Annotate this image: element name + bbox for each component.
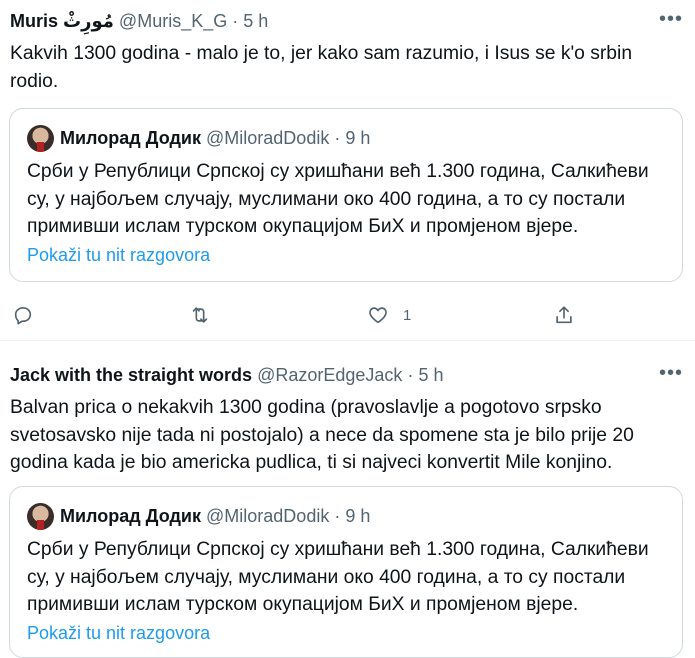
quote-text: Срби у Републици Српској су хришћани већ… (27, 161, 649, 237)
quote-tweet[interactable]: Милорад Додик @MiloradDodik · 9 h Срби у… (9, 108, 683, 282)
author-handle[interactable]: @RazorEdgeJack (257, 365, 402, 385)
author-name[interactable]: Jack with the straight words (10, 365, 252, 385)
tweet[interactable]: Muris مُورِثْ @Muris_K_G · 5 h ••• Kakvi… (0, 0, 695, 340)
show-thread-link[interactable]: Pokaži tu nit razgovora (27, 244, 210, 266)
avatar[interactable] (27, 503, 54, 530)
heart-icon (369, 307, 387, 324)
reply-button[interactable] (12, 302, 34, 328)
retweet-button[interactable] (189, 302, 211, 328)
separator-dot: · (334, 128, 341, 148)
author-handle[interactable]: @Muris_K_G (119, 11, 227, 31)
tweet-header: Jack with the straight words @RazorEdgeJ… (10, 364, 443, 386)
show-thread-link[interactable]: Pokaži tu nit razgovora (27, 622, 210, 644)
quote-timestamp: 9 h (345, 506, 371, 526)
divider (0, 340, 695, 341)
quote-timestamp: 9 h (345, 128, 371, 148)
tweet-text: Balvan prica o nekakvih 1300 godina (pra… (10, 397, 634, 473)
tweet-header: Muris مُورِثْ @Muris_K_G · 5 h (10, 10, 268, 32)
quote-author-name: Милорад Додик (60, 128, 201, 148)
timestamp[interactable]: 5 h (243, 11, 268, 31)
share-button[interactable] (553, 302, 575, 328)
like-count: 1 (403, 306, 412, 324)
quote-author-handle: @MiloradDodik (206, 128, 330, 148)
separator-dot: · (334, 506, 341, 526)
tweet-text: Kakvih 1300 godina - malo je to, jer kak… (10, 43, 633, 92)
quote-header: Милорад Додик @MiloradDodik · 9 h (60, 505, 370, 527)
retweet-icon (192, 307, 208, 323)
action-bar: 1 (0, 302, 695, 328)
more-options-icon[interactable]: ••• (659, 8, 683, 30)
more-options-icon[interactable]: ••• (659, 362, 683, 384)
share-icon (556, 306, 572, 324)
quote-author-name: Милорад Додик (60, 506, 201, 526)
quote-tweet[interactable]: Милорад Додик @MiloradDodik · 9 h Срби у… (9, 486, 683, 658)
avatar[interactable] (27, 125, 54, 152)
separator-dot: · (407, 365, 414, 385)
separator-dot: · (232, 11, 239, 31)
quote-author-handle: @MiloradDodik (206, 506, 330, 526)
quote-header: Милорад Додик @MiloradDodik · 9 h (60, 127, 370, 149)
timestamp[interactable]: 5 h (418, 365, 443, 385)
like-button[interactable]: 1 (367, 302, 411, 328)
reply-icon (14, 307, 32, 325)
author-name[interactable]: Muris مُورِثْ (10, 11, 114, 31)
quote-text: Срби у Републици Српској су хришћани већ… (27, 539, 649, 615)
tweet[interactable]: Jack with the straight words @RazorEdgeJ… (0, 345, 695, 658)
